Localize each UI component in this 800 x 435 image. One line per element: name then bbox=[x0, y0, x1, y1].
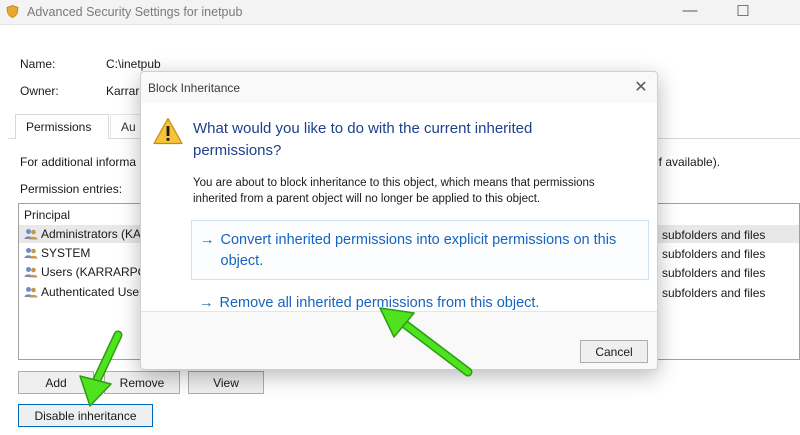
applies-to-cell: subfolders and files bbox=[662, 228, 766, 242]
principal-cell: Users (KARRARPC\ bbox=[41, 265, 150, 279]
dialog-close-button[interactable]: ✕ bbox=[631, 77, 651, 97]
owner-label: Owner: bbox=[20, 84, 59, 98]
applies-to-cell: subfolders and files bbox=[662, 286, 766, 300]
permission-entries-label: Permission entries: bbox=[20, 182, 123, 196]
users-icon bbox=[24, 248, 38, 259]
dialog-footer-divider bbox=[141, 311, 657, 312]
info-text-tail: if available). bbox=[656, 155, 721, 169]
convert-inherited-permissions-option[interactable]: → Convert inherited permissions into exp… bbox=[191, 220, 649, 280]
disable-inheritance-button[interactable]: Disable inheritance bbox=[18, 404, 153, 427]
info-text: For additional informa bbox=[20, 155, 137, 169]
convert-option-label: Convert inherited permissions into expli… bbox=[220, 232, 617, 269]
principal-cell: Authenticated User bbox=[41, 285, 144, 299]
table-row[interactable]: Administrators (KA bbox=[24, 225, 141, 243]
shield-icon bbox=[6, 5, 19, 18]
minimize-button[interactable]: — bbox=[680, 2, 700, 19]
column-header-principal[interactable]: Principal bbox=[24, 208, 70, 222]
dialog-question: What would you like to do with the curre… bbox=[193, 120, 533, 159]
add-button[interactable]: Add bbox=[18, 371, 94, 394]
applies-to-cell: subfolders and files bbox=[662, 266, 766, 280]
dialog-description: You are about to block inheritance to th… bbox=[193, 177, 595, 205]
principal-cell: Administrators (KA bbox=[41, 227, 142, 241]
warning-icon bbox=[153, 117, 183, 145]
applies-to-cell: subfolders and files bbox=[662, 247, 766, 261]
arrow-right-icon: → bbox=[200, 232, 215, 248]
tab-permissions[interactable]: Permissions bbox=[15, 114, 109, 139]
table-row[interactable]: SYSTEM bbox=[24, 244, 90, 262]
dialog-title: Block Inheritance bbox=[148, 81, 241, 95]
view-button[interactable]: View bbox=[188, 371, 264, 394]
owner-value: Karrar bbox=[106, 84, 140, 98]
maximize-button[interactable]: ☐ bbox=[733, 2, 753, 20]
window-title: Advanced Security Settings for inetpub bbox=[27, 5, 243, 19]
users-icon bbox=[24, 229, 38, 240]
name-value: C:\inetpub bbox=[106, 57, 161, 71]
remove-inherited-permissions-option[interactable]: → Remove all inherited permissions from … bbox=[191, 284, 649, 320]
cancel-button[interactable]: Cancel bbox=[580, 340, 648, 363]
users-icon bbox=[24, 267, 38, 278]
users-icon bbox=[24, 287, 38, 298]
block-inheritance-dialog: Block Inheritance ✕ What would you like … bbox=[140, 71, 658, 370]
remove-button[interactable]: Remove bbox=[104, 371, 180, 394]
table-row[interactable]: Authenticated User bbox=[24, 283, 143, 301]
table-row[interactable]: Users (KARRARPC\ bbox=[24, 263, 150, 281]
name-label: Name: bbox=[20, 57, 56, 71]
principal-cell: SYSTEM bbox=[41, 246, 91, 260]
